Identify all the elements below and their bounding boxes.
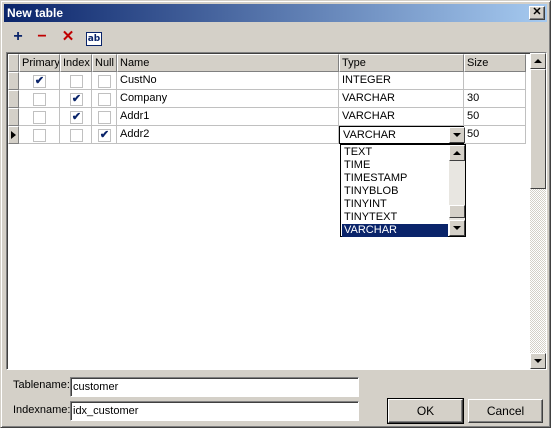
current-row-arrow-icon (11, 131, 16, 139)
cell-type[interactable]: INTEGER (339, 72, 464, 90)
new-table-dialog: New table ✕ + − ✕ ab Primary Index Null … (0, 0, 551, 428)
scroll-down-icon[interactable] (449, 220, 465, 236)
scroll-up-icon[interactable] (449, 145, 465, 161)
null-checkbox[interactable] (98, 93, 111, 106)
cell-index[interactable]: ✔ (60, 90, 92, 108)
grid-scroll-up-icon[interactable] (530, 53, 546, 69)
null-checkbox[interactable] (98, 111, 111, 124)
cell-null[interactable] (92, 72, 117, 90)
checkmark-icon: ✔ (34, 75, 45, 87)
type-option[interactable]: TEXT (342, 146, 448, 159)
column-header-index[interactable]: Index (60, 54, 92, 72)
type-option[interactable]: TIMESTAMP (342, 172, 448, 185)
rename-icon[interactable]: ab (83, 27, 105, 49)
cell-name[interactable]: Company (117, 90, 339, 108)
type-option[interactable]: TINYINT (342, 198, 448, 211)
null-checkbox[interactable]: ✔ (98, 129, 111, 142)
cell-index[interactable]: ✔ (60, 108, 92, 126)
cell-size[interactable]: 30 (464, 90, 526, 108)
dropdown-scrollbar[interactable] (449, 145, 465, 236)
column-header-size[interactable]: Size (464, 54, 526, 72)
cell-name[interactable]: Addr2 (117, 126, 339, 144)
cell-name[interactable]: CustNo (117, 72, 339, 90)
type-dropdown-list[interactable]: TEXT TIME TIMESTAMP TINYBLOB TINYINT TINYTEXT… (340, 144, 466, 237)
toolbar: + − ✕ ab (7, 25, 547, 49)
cell-size[interactable] (464, 72, 526, 90)
primary-checkbox[interactable] (33, 111, 46, 124)
cell-name[interactable]: Addr1 (117, 108, 339, 126)
cell-index[interactable] (60, 72, 92, 90)
indexname-input[interactable] (70, 401, 359, 421)
title-bar: New table ✕ (4, 4, 547, 22)
cell-null[interactable] (92, 108, 117, 126)
cell-primary[interactable] (19, 126, 60, 144)
column-header-type[interactable]: Type (339, 54, 464, 72)
cell-index[interactable] (60, 126, 92, 144)
type-combo-editor[interactable]: VARCHAR (339, 126, 464, 144)
row-indicator[interactable] (8, 108, 19, 126)
primary-checkbox[interactable] (33, 93, 46, 106)
cell-size[interactable]: 50 (464, 126, 526, 144)
cell-primary[interactable]: ✔ (19, 72, 60, 90)
close-icon[interactable]: ✕ (529, 6, 545, 20)
index-checkbox[interactable]: ✔ (70, 93, 83, 106)
ok-button[interactable]: OK (387, 398, 464, 424)
indexname-label: Indexname: (13, 404, 71, 416)
rename-icon-glyph: ab (86, 32, 102, 46)
tablename-input[interactable] (70, 377, 359, 397)
header-indicator (8, 54, 19, 72)
index-checkbox[interactable] (70, 129, 83, 142)
grid-scrollbar[interactable] (530, 53, 546, 369)
primary-checkbox[interactable] (33, 129, 46, 142)
type-option[interactable]: VARCHAR (342, 224, 448, 237)
primary-checkbox[interactable]: ✔ (33, 75, 46, 88)
cell-type[interactable]: VARCHAR (339, 108, 464, 126)
grid-scroll-down-icon[interactable] (530, 353, 546, 369)
row-indicator[interactable] (8, 90, 19, 108)
scroll-thumb[interactable] (449, 205, 465, 218)
column-header-null[interactable]: Null (92, 54, 117, 72)
cancel-button[interactable]: Cancel (468, 399, 543, 423)
checkmark-icon: ✔ (99, 129, 110, 141)
add-field-icon[interactable]: + (7, 27, 29, 49)
remove-field-icon[interactable]: − (31, 27, 53, 49)
cell-size[interactable]: 50 (464, 108, 526, 126)
tablename-label: Tablename: (13, 379, 70, 391)
row-indicator[interactable] (8, 126, 19, 144)
type-option[interactable]: TINYTEXT (342, 211, 448, 224)
checkmark-icon: ✔ (71, 93, 82, 105)
column-header-name[interactable]: Name (117, 54, 339, 72)
cell-null[interactable] (92, 90, 117, 108)
window-title: New table (7, 6, 64, 20)
checkmark-icon: ✔ (71, 111, 82, 123)
row-indicator[interactable] (8, 72, 19, 90)
delete-icon[interactable]: ✕ (57, 27, 79, 49)
grid-scroll-thumb[interactable] (530, 69, 546, 189)
type-dropdown-button[interactable] (449, 127, 465, 143)
cell-type[interactable]: VARCHAR (339, 90, 464, 108)
index-checkbox[interactable]: ✔ (70, 111, 83, 124)
cell-null[interactable]: ✔ (92, 126, 117, 144)
cell-primary[interactable] (19, 108, 60, 126)
index-checkbox[interactable] (70, 75, 83, 88)
type-option[interactable]: TINYBLOB (342, 185, 448, 198)
column-header-primary[interactable]: Primary (19, 54, 60, 72)
fields-grid[interactable]: Primary Index Null Name Type Size ✔ CustN… (6, 52, 547, 370)
cell-primary[interactable] (19, 90, 60, 108)
type-option[interactable]: TIME (342, 159, 448, 172)
null-checkbox[interactable] (98, 75, 111, 88)
